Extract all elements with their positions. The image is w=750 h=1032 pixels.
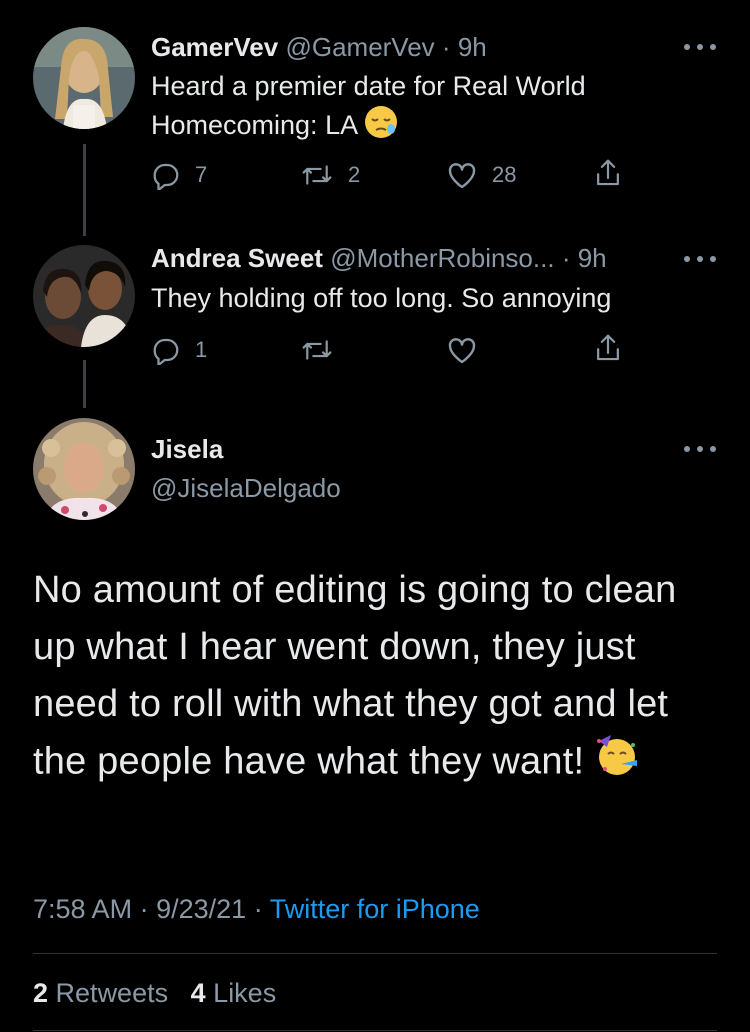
share-icon	[597, 334, 619, 361]
thread-line	[83, 360, 86, 408]
reply-count: 1	[195, 337, 208, 362]
retweet-button[interactable]: 2	[300, 160, 360, 190]
user-handle[interactable]: @GamerVev	[285, 32, 434, 62]
heart-icon	[448, 163, 476, 189]
more-options-icon[interactable]	[684, 443, 716, 455]
tweet-time: 7:58 AM	[33, 894, 133, 924]
timestamp[interactable]: 9h	[578, 243, 607, 273]
display-name[interactable]: Jisela	[151, 434, 223, 465]
like-count: 28	[492, 162, 517, 187]
tweet-meta: 7:58 AM · 9/23/21 · Twitter for iPhone	[33, 894, 480, 925]
reply-button[interactable]: 7	[151, 160, 207, 190]
thread-line	[83, 144, 86, 236]
separator-dot: ·	[561, 243, 571, 273]
more-options-icon[interactable]	[684, 253, 716, 265]
tweet-text: No amount of editing is going to clean u…	[33, 562, 723, 794]
divider	[33, 1030, 717, 1031]
retweet-button[interactable]	[300, 335, 334, 365]
divider	[33, 953, 717, 954]
separator-dot: ·	[441, 32, 451, 62]
reply-icon	[153, 163, 179, 190]
tweet-date: 9/23/21	[156, 894, 247, 924]
tweet-detail-page: GamerVev @GamerVev · 9h Heard a premier …	[0, 0, 750, 1032]
separator-dot: ·	[253, 894, 263, 924]
reply-button[interactable]: 1	[151, 335, 207, 365]
retweet-count: 2	[348, 162, 361, 187]
avatar[interactable]	[33, 418, 135, 520]
engagement-stats: 2 Retweets 4 Likes	[33, 978, 276, 1009]
sleepy-face-icon	[364, 105, 398, 149]
like-button[interactable]	[446, 335, 478, 365]
retweets-label: Retweets	[55, 978, 169, 1008]
reply-count: 7	[195, 162, 208, 187]
likes-count: 4	[190, 978, 206, 1008]
like-button[interactable]: 28	[446, 160, 516, 190]
display-name[interactable]: GamerVev	[151, 32, 278, 62]
user-handle[interactable]: @MotherRobinso...	[330, 243, 554, 273]
partying-face-icon	[595, 733, 641, 794]
timestamp[interactable]: 9h	[458, 32, 487, 62]
tweet-header: Andrea Sweet @MotherRobinso... · 9h	[151, 243, 607, 274]
source-link[interactable]: Twitter for iPhone	[270, 894, 480, 924]
share-icon	[597, 159, 619, 186]
retweets-stat[interactable]: 2 Retweets	[33, 978, 168, 1008]
user-handle[interactable]: @JiselaDelgado	[151, 473, 341, 504]
display-name[interactable]: Andrea Sweet	[151, 243, 323, 273]
retweets-count: 2	[33, 978, 49, 1008]
avatar[interactable]	[33, 245, 135, 347]
more-options-icon[interactable]	[684, 41, 716, 53]
share-button[interactable]	[593, 157, 623, 189]
avatar[interactable]	[33, 27, 135, 129]
separator-dot: ·	[139, 894, 149, 924]
retweet-icon	[302, 165, 332, 185]
tweet-text: Heard a premier date for Real World Home…	[151, 67, 691, 149]
tweet-text: They holding off too long. So annoying	[151, 283, 612, 313]
reply-icon	[153, 338, 179, 365]
likes-stat[interactable]: 4 Likes	[191, 978, 277, 1008]
tweet-header: GamerVev @GamerVev · 9h	[151, 32, 487, 63]
retweet-icon	[302, 340, 332, 360]
likes-label: Likes	[213, 978, 277, 1008]
share-button[interactable]	[593, 332, 623, 364]
heart-icon	[448, 338, 476, 364]
